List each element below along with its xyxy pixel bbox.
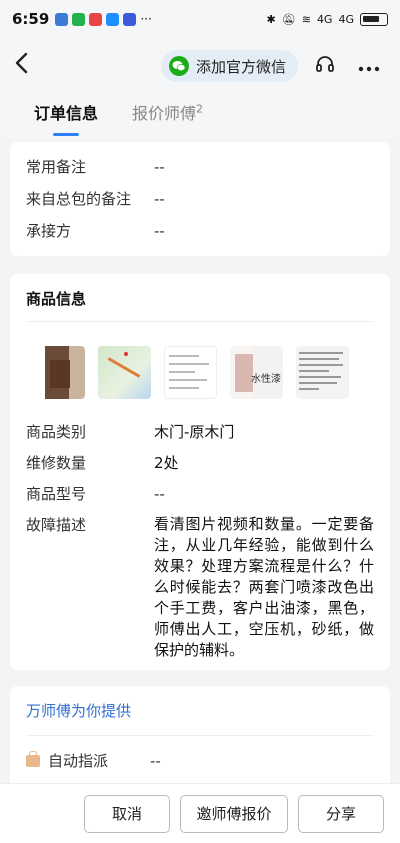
order-info-card: 常用备注 -- 来自总包的备注 -- 承接方 -- (10, 142, 390, 256)
info-row: 来自总包的备注 -- (26, 188, 374, 210)
wechat-label: 添加官方微信 (195, 57, 286, 76)
row-value: -- (154, 158, 165, 176)
row-label: 商品型号 (26, 485, 87, 503)
tab-bar: 订单信息 报价师傅2 (0, 94, 400, 138)
nav-bar: 添加官方微信 (0, 38, 400, 94)
invite-quote-button[interactable]: 邀师傅报价 (180, 794, 288, 833)
info-row: 承接方 -- (26, 220, 374, 242)
row-label: 商品类别 (26, 423, 87, 441)
fault-description: 看清图片视频和数量。一定要备注，从业几年经验，能做到什么效果？处理方案流程是什么… (154, 515, 374, 659)
wechat-icon (168, 56, 189, 76)
product-image-2[interactable] (98, 346, 151, 399)
bottom-action-bar: 取消 邀师傅报价 分享 (0, 783, 400, 843)
auto-assign-value: -- (150, 751, 161, 770)
row-label: 承接方 (26, 222, 72, 240)
row-value: -- (154, 222, 165, 240)
more-notifications: ··· (140, 12, 152, 26)
tab-order-info-label: 订单信息 (34, 104, 99, 123)
app-icon-4 (106, 12, 120, 26)
tab-badge: 2 (196, 102, 204, 116)
tab-quote-masters-label: 报价师傅 (132, 104, 197, 123)
info-row: 商品型号 -- (26, 483, 374, 505)
more-button[interactable] (352, 56, 386, 77)
mute-icon: 🔕︎ (281, 12, 296, 26)
tab-quote-masters[interactable]: 报价师傅2 (132, 94, 203, 124)
app-icon-1 (55, 12, 69, 26)
row-label: 常用备注 (26, 158, 87, 176)
battery-icon (360, 12, 388, 26)
product-info-card: 商品信息 水性漆 商品类别 木门-原木门 维修数量 2处 商品型号 -- 故障描… (10, 274, 390, 670)
app-icon-5 (123, 12, 137, 26)
product-images: 水性漆 (32, 346, 374, 399)
status-time: 6:59 (12, 10, 50, 28)
row-value: -- (154, 485, 165, 503)
signal-icon-1: 4G (316, 12, 333, 26)
share-button[interactable]: 分享 (298, 794, 384, 833)
auto-assign-label: 自动指派 (48, 752, 109, 770)
row-label: 故障描述 (26, 516, 87, 534)
status-bar: 6:59 ··· ✱ 🔕︎ ≋ 4G 4G (0, 0, 400, 38)
signal-icon-2: 4G (338, 12, 354, 26)
product-image-1[interactable] (32, 346, 85, 399)
auto-assign-row: 自动指派 -- (26, 750, 374, 771)
product-image-3[interactable] (164, 346, 217, 399)
row-label: 维修数量 (26, 454, 87, 472)
divider (26, 321, 374, 322)
chevron-left-icon (15, 52, 28, 74)
tab-order-info[interactable]: 订单信息 (34, 94, 98, 124)
divider (26, 735, 374, 736)
info-row-description: 故障描述 看清图片视频和数量。一定要备注，从业几年经验，能做到什么效果？处理方案… (26, 514, 374, 661)
product-image-4[interactable]: 水性漆 (230, 346, 283, 399)
product-image-4-text: 水性漆 (251, 374, 281, 385)
info-row: 商品类别 木门-原木门 (26, 421, 374, 443)
bluetooth-icon: ✱ (266, 12, 276, 26)
notification-icons: ··· (55, 12, 152, 26)
cancel-button[interactable]: 取消 (84, 794, 170, 833)
headset-icon (316, 55, 334, 72)
provider-title: 万师傅为你提供 (26, 702, 132, 720)
row-value: -- (154, 190, 165, 208)
more-icon (358, 66, 380, 71)
product-image-5[interactable] (296, 346, 349, 399)
customer-service-button[interactable] (308, 54, 342, 79)
bag-icon (26, 750, 40, 767)
info-row: 常用备注 -- (26, 156, 374, 178)
product-info-title: 商品信息 (26, 290, 87, 308)
row-value: 木门-原木门 (154, 423, 235, 441)
add-wechat-button[interactable]: 添加官方微信 (160, 50, 298, 82)
back-button[interactable] (14, 52, 44, 80)
app-icon-2 (72, 12, 86, 26)
info-row: 维修数量 2处 (26, 452, 374, 474)
app-icon-3 (89, 12, 103, 26)
wifi-icon: ≋ (301, 12, 311, 26)
row-value: 2处 (154, 454, 179, 472)
status-right: ✱ 🔕︎ ≋ 4G 4G (266, 12, 388, 26)
row-label: 来自总包的备注 (26, 190, 132, 208)
